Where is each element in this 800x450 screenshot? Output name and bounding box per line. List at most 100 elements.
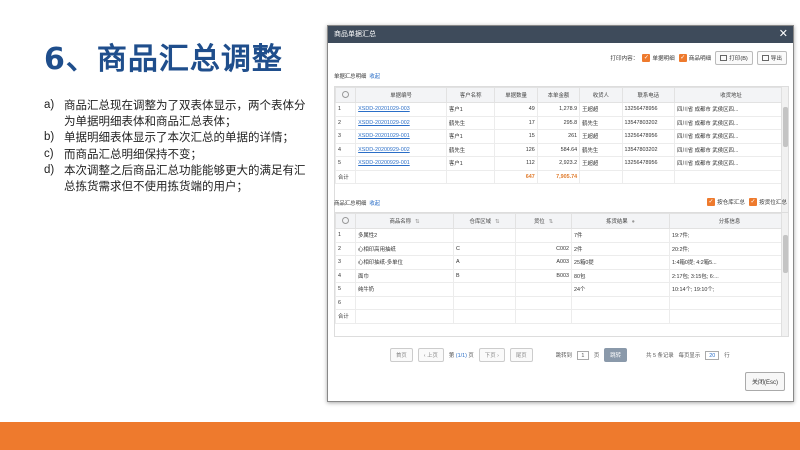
total-row: 合计 647 7,905.74 xyxy=(335,169,788,184)
col-header: 拣货结果 ● xyxy=(571,213,670,229)
by-warehouse-checkbox[interactable]: ✓ 按仓库汇总 xyxy=(707,198,745,206)
bullet-text: 而商品汇总明细保持不变； xyxy=(64,146,202,161)
export-icon xyxy=(761,55,769,61)
goods-summary-options: ✓ 按仓库汇总 ✓ 按货位汇总 xyxy=(707,198,787,206)
col-header: 联系电话 xyxy=(621,87,675,103)
col-header: 单据编号 xyxy=(355,87,447,103)
doc-number-link[interactable]: XSDD-20201029-001 xyxy=(355,129,447,144)
col-header: 客户名称 xyxy=(445,87,496,103)
printer-icon xyxy=(720,55,728,61)
first-page-button[interactable]: 首页 xyxy=(390,348,413,362)
bullet-item: b) 单据明细表体显示了本次汇总的单据的详情； xyxy=(44,130,312,146)
doc-collapse-link[interactable]: 收起 xyxy=(369,74,380,80)
check-icon: ✓ xyxy=(642,54,651,62)
table-row[interactable]: 6 xyxy=(335,295,788,310)
pagination: 首页 ‹ 上页 第 (1/1) 页 下页 › 尾页 跳转到 1 页 跳转 共 5… xyxy=(390,348,730,362)
jump-label: 跳转到 xyxy=(555,353,572,359)
doc-number-link[interactable]: XSDD-20201029-002 xyxy=(355,115,447,130)
print-button-label: 打印(B) xyxy=(729,56,748,62)
doc-detail-label: 单据明细 xyxy=(652,56,675,62)
col-header: 分拣信息 xyxy=(669,213,788,229)
check-icon: ✓ xyxy=(749,198,758,206)
bullet-text: 单据明细表体显示了本次汇总的单据的详情； xyxy=(64,130,294,144)
bullet-list: a) 商品汇总现在调整为了双表体显示，两个表体分为单据明细表体和商品汇总表体； b… xyxy=(44,98,312,195)
sort-icon[interactable]: ⇅ xyxy=(415,219,420,225)
bullet-marker: d) xyxy=(44,164,55,176)
settings-gear-icon[interactable] xyxy=(335,87,357,103)
bullet-text: 商品汇总现在调整为了双表体显示，两个表体分为单据明细表体和商品汇总表体； xyxy=(64,98,306,128)
print-button[interactable]: 打印(B) xyxy=(715,51,753,65)
per-page-label: 每页显示 xyxy=(678,353,701,359)
by-location-checkbox[interactable]: ✓ 按货位汇总 xyxy=(749,198,787,206)
doc-section-header: 单据汇总明细 收起 xyxy=(334,72,380,80)
table-row[interactable]: 3 XSDD-20201029-001 客户1 15 261 王超超 13256478956… xyxy=(335,129,788,144)
by-warehouse-label: 按仓库汇总 xyxy=(717,200,746,206)
table-row[interactable]: 3 心相印抽纸-多单位 A A003 25箱0提 1:4箱0提; 4:2箱5... xyxy=(335,255,788,270)
print-content-label: 打印内容： xyxy=(610,56,639,62)
per-page-input[interactable]: 20 xyxy=(705,350,720,360)
col-header: 收货人 xyxy=(579,87,623,103)
bullet-marker: c) xyxy=(44,147,54,160)
table-row[interactable]: 1 XSDD-20201029-003 客户1 49 1,278.9 王超超 1325647… xyxy=(335,102,788,117)
table-row[interactable]: 4 XSDD-20200929-002 鹤先生 126 584.64 鹤先生 1354780… xyxy=(335,142,788,157)
doc-table-scrollbar[interactable] xyxy=(781,87,788,215)
close-dialog-button[interactable]: 关闭(Esc) xyxy=(745,372,785,391)
dialog-title: 商品单据汇总 xyxy=(334,31,376,38)
col-header[interactable]: 仓库区域 ⇅ xyxy=(453,213,516,229)
prev-page-button[interactable]: ‹ 上页 xyxy=(417,348,444,362)
jump-page-input[interactable]: 1 xyxy=(576,350,589,360)
bullet-marker: a) xyxy=(44,99,55,111)
bullet-item: c) 而商品汇总明细保持不变； xyxy=(44,147,312,163)
export-button-label: 导出 xyxy=(770,56,782,62)
export-button[interactable]: 导出 xyxy=(756,51,787,65)
col-header: 单据数量 xyxy=(494,87,538,103)
jump-button[interactable]: 跳转 xyxy=(604,348,628,362)
col-header: 本单金额 xyxy=(536,87,581,103)
goods-table-scrollbar[interactable] xyxy=(781,213,788,336)
goods-table-header: 商品名称 ⇅ 仓库区域 ⇅ 货位 ⇅ 拣货结果 ● 分拣信息 xyxy=(335,213,788,229)
doc-detail-checkbox[interactable]: ✓ 单据明细 xyxy=(642,54,675,62)
table-row[interactable]: 5 XSDD-20200929-001 客户1 112 2,923.2 王超超 132564… xyxy=(335,156,788,171)
doc-table-header: 单据编号 客户名称 单据数量 本单金额 收货人 联系电话 收货地址 xyxy=(335,87,788,103)
doc-number-link[interactable]: XSDD-20200929-002 xyxy=(355,142,447,157)
col-header[interactable]: 商品名称 ⇅ xyxy=(355,213,454,229)
goods-detail-checkbox[interactable]: ✓ 商品明细 xyxy=(678,54,712,62)
doc-number-link[interactable]: XSDD-20201029-003 xyxy=(355,102,447,117)
page-indicator: 第 (1/1) 页 xyxy=(448,353,474,359)
doc-table: 单据编号 客户名称 单据数量 本单金额 收货人 联系电话 收货地址 1 XSDD-… xyxy=(334,86,789,216)
goods-detail-label: 商品明细 xyxy=(688,56,712,62)
doc-section-title: 单据汇总明细 xyxy=(334,74,367,80)
bullet-item: a) 商品汇总现在调整为了双表体显示，两个表体分为单据明细表体和商品汇总表体； xyxy=(44,98,312,129)
table-row[interactable]: 2 心相印高用抽纸 C C002 2件 20:2件; xyxy=(335,241,788,256)
help-icon[interactable]: ● xyxy=(632,219,635,225)
next-page-button[interactable]: 下页 › xyxy=(478,348,505,362)
footer-bar xyxy=(0,422,800,450)
col-header[interactable]: 货位 ⇅ xyxy=(515,213,572,229)
bullet-text: 本次调整之后商品汇总功能能够更大的满足有汇总拣货需求但不使用拣货端的用户； xyxy=(64,163,306,193)
col-header: 收货地址 xyxy=(673,87,788,103)
doc-number-link[interactable]: XSDD-20200929-001 xyxy=(355,156,447,171)
bullet-marker: b) xyxy=(44,131,55,143)
goods-section-header: 商品汇总明细 收起 xyxy=(334,199,380,207)
table-row[interactable]: 5 纯牛奶 24个 10:14个; 19:10个; xyxy=(335,282,788,297)
table-row[interactable]: 2 XSDD-20201029-002 鹤先生 17 295.8 鹤先生 135478032… xyxy=(335,115,788,130)
dialog-titlebar: 商品单据汇总 ✕ xyxy=(328,26,793,43)
jump-unit: 页 xyxy=(593,353,600,359)
table-row[interactable]: 4 面巾 B B003 80包 2:17包; 3:15包; 6:... xyxy=(335,268,788,283)
by-location-label: 按货位汇总 xyxy=(759,200,787,206)
record-count: 共 5 条记录 xyxy=(646,353,674,359)
settings-gear-icon[interactable] xyxy=(335,213,356,229)
per-page-unit: 行 xyxy=(724,353,730,359)
print-toolbar: 打印内容： ✓ 单据明细 ✓ 商品明细 打印(B) 导出 xyxy=(610,51,787,65)
last-page-button[interactable]: 尾页 xyxy=(509,348,533,362)
sort-icon[interactable]: ⇅ xyxy=(549,219,554,225)
table-row[interactable]: 1 多属性2 7件 19:7件; xyxy=(335,228,788,243)
goods-summary-dialog: 商品单据汇总 ✕ 打印内容： ✓ 单据明细 ✓ 商品明细 打印(B) 导出 单据汇总… xyxy=(327,25,794,402)
sort-icon[interactable]: ⇅ xyxy=(495,219,500,225)
check-icon: ✓ xyxy=(707,198,716,206)
goods-collapse-link[interactable]: 收起 xyxy=(369,201,380,207)
slide-title: 6、商品汇总调整 xyxy=(44,42,283,77)
goods-table: 商品名称 ⇅ 仓库区域 ⇅ 货位 ⇅ 拣货结果 ● 分拣信息 1 多属性2 7件 19:7件;… xyxy=(334,212,789,337)
close-icon[interactable]: ✕ xyxy=(779,26,788,42)
total-row: 合计 xyxy=(335,309,788,324)
